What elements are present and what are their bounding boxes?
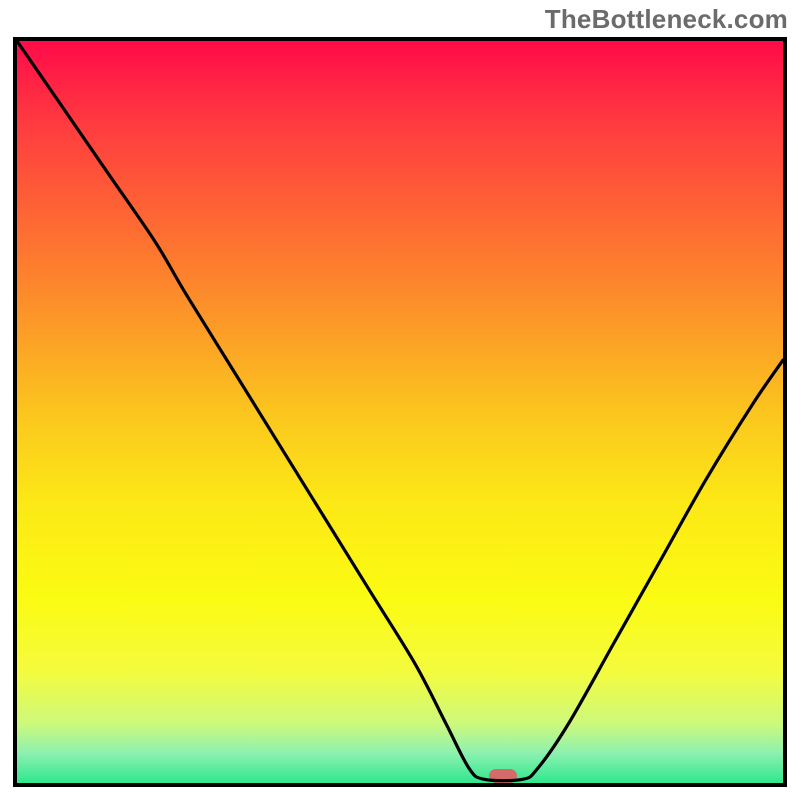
watermark-text: TheBottleneck.com <box>545 4 788 35</box>
bottleneck-curve <box>17 41 783 783</box>
plot-frame <box>13 37 787 787</box>
chart-container: TheBottleneck.com <box>0 0 800 800</box>
